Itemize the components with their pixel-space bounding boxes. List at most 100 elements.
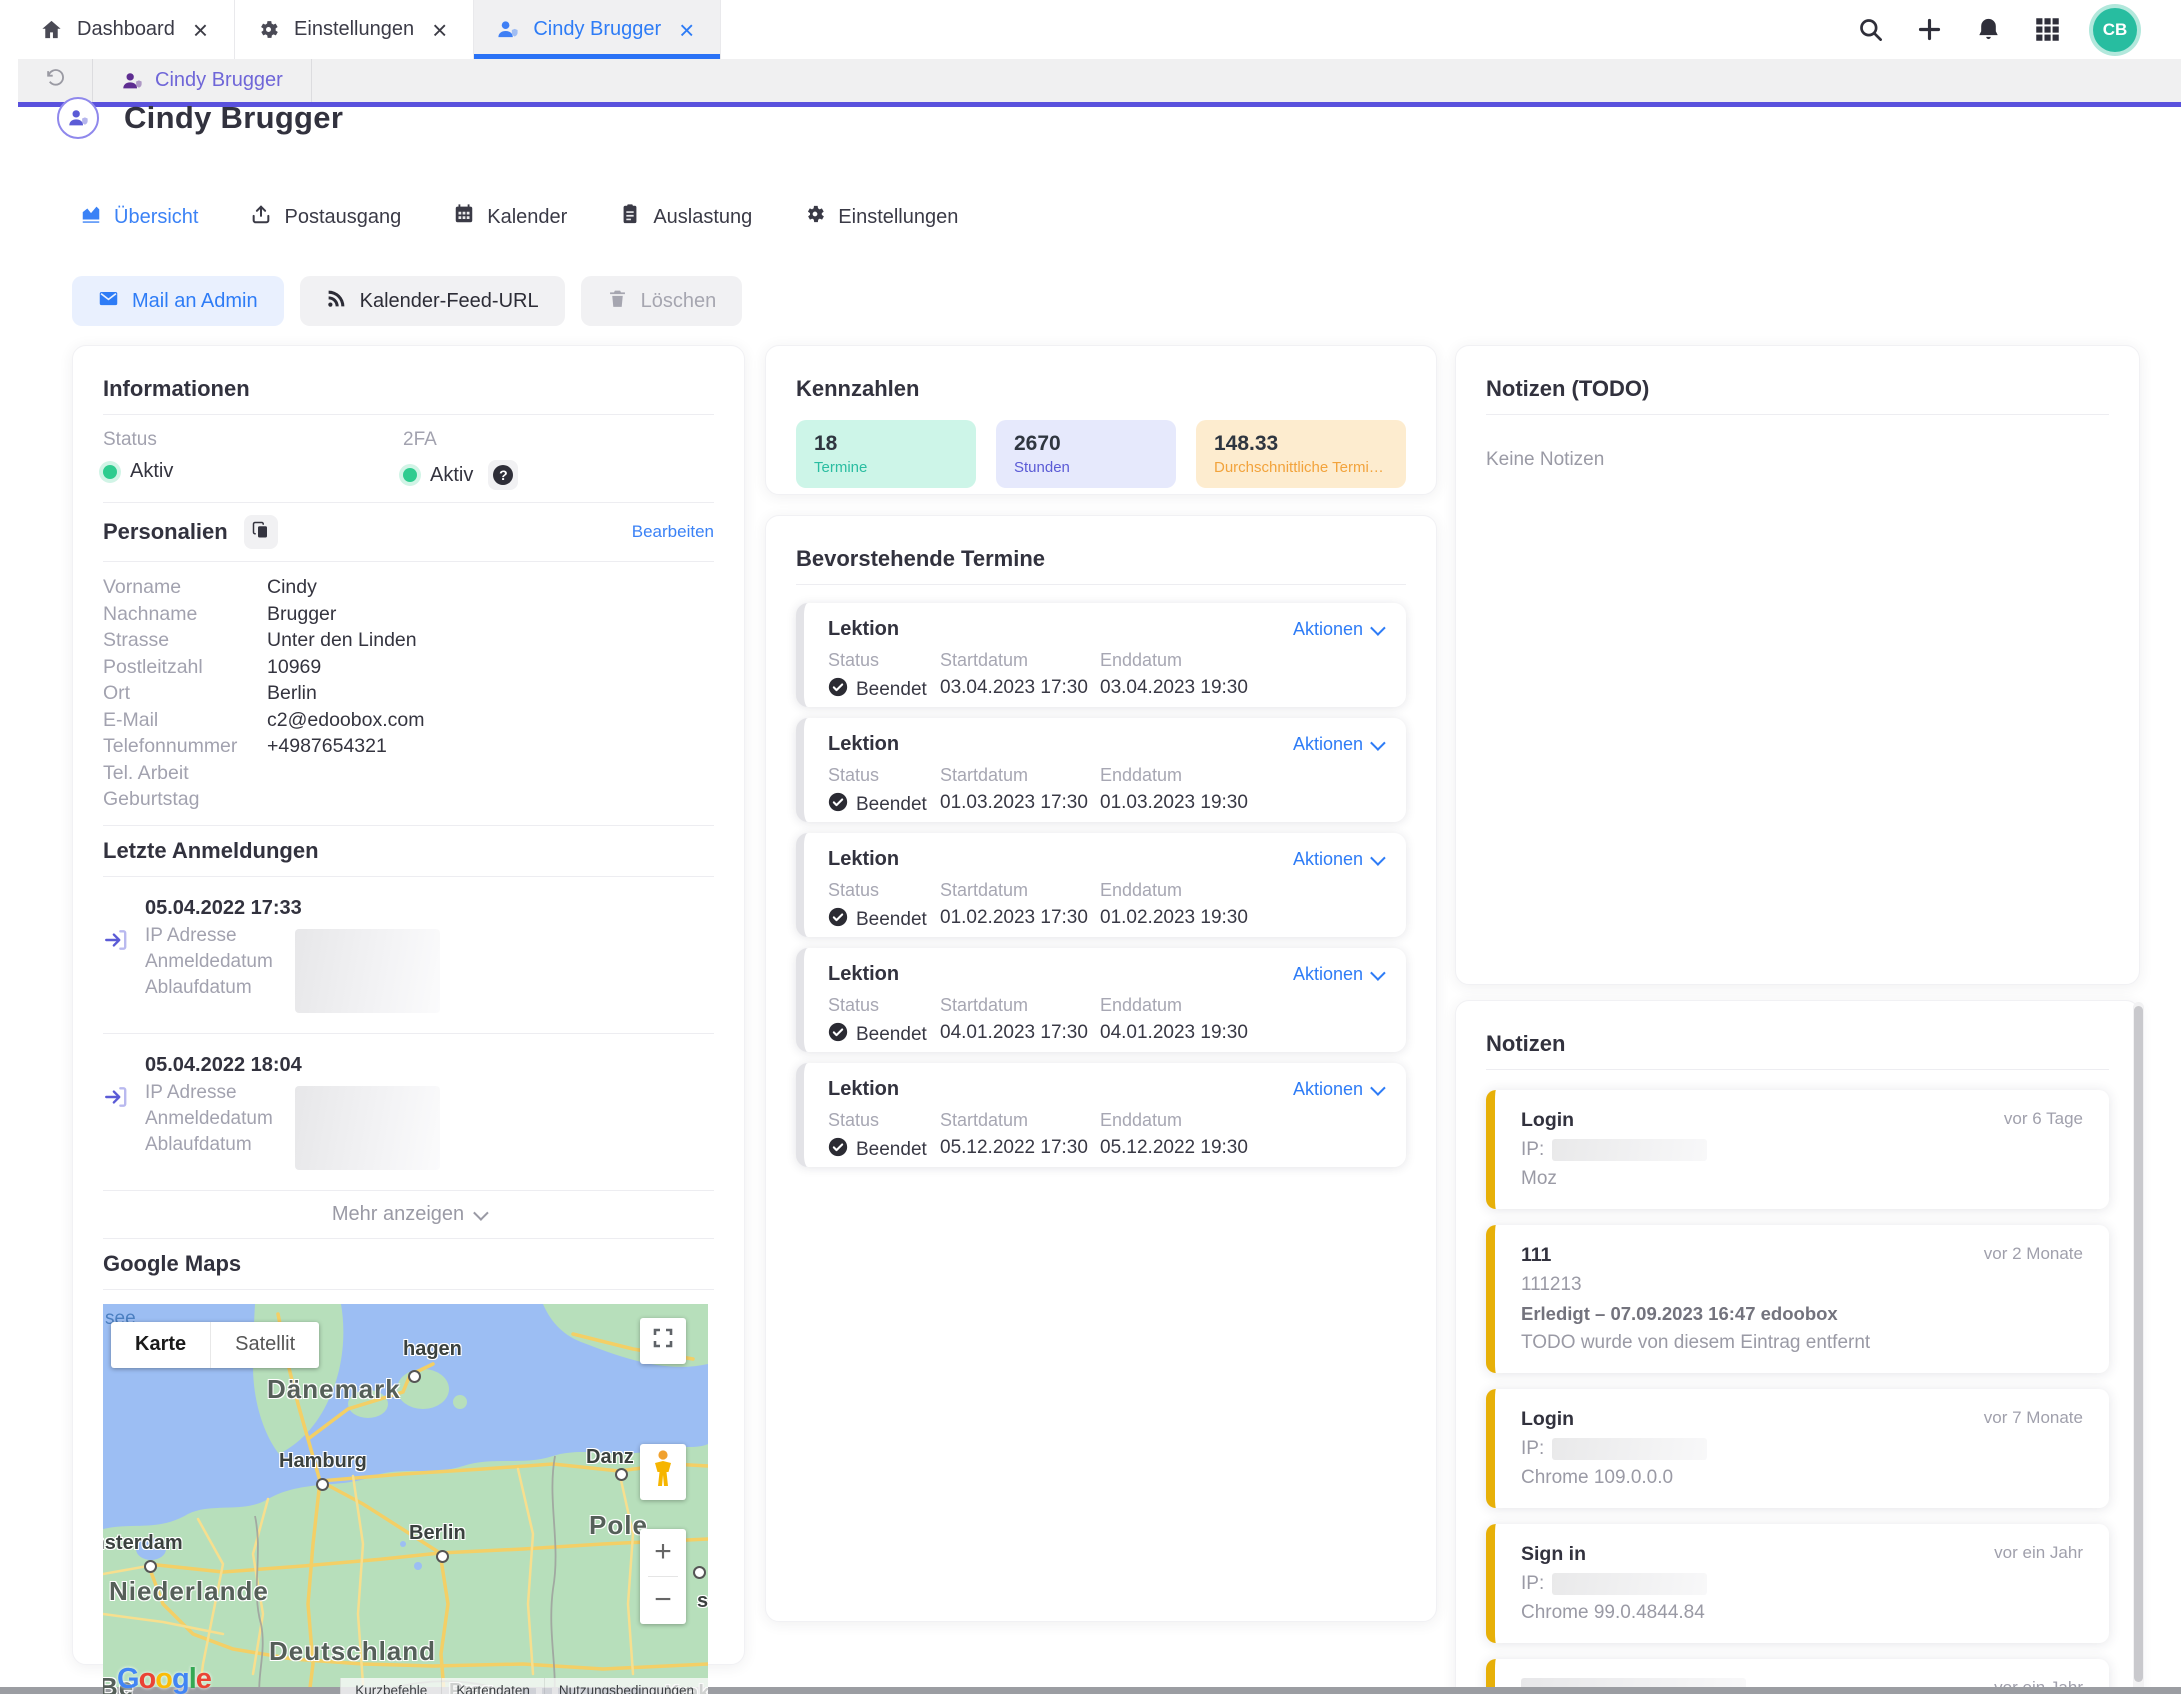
twofa-help-button[interactable]: ? — [488, 460, 518, 490]
tab-postausgang[interactable]: Postausgang — [250, 203, 401, 231]
history-button[interactable] — [18, 59, 93, 102]
nutzungsbedingungen-link[interactable]: Nutzungsbedingungen — [544, 1678, 708, 1694]
map-label-berlin: Berlin — [409, 1522, 466, 1545]
search-icon[interactable] — [1857, 16, 1884, 43]
secondary-bar: Cindy Brugger — [18, 59, 2181, 102]
subtab-cindy-brugger[interactable]: Cindy Brugger — [93, 59, 312, 102]
panel-title: Kennzahlen — [796, 376, 1406, 402]
divider — [103, 876, 714, 877]
city-marker — [316, 1478, 329, 1491]
login-arrow-icon — [103, 927, 129, 1013]
tab-cindy-brugger[interactable]: Cindy Brugger × — [474, 0, 721, 59]
note-line: Chrome 99.0.4844.84 — [1521, 1602, 2083, 1624]
termin-card: Lektion Aktionen Status Beendet Startdat… — [796, 833, 1406, 937]
apps-grid-icon[interactable] — [2034, 16, 2061, 43]
stat-stunden: 2670 Stunden — [996, 420, 1176, 488]
termin-card: Lektion Aktionen Status Beendet Startdat… — [796, 948, 1406, 1052]
aktionen-dropdown[interactable]: Aktionen — [1293, 1079, 1382, 1100]
loeschen-button[interactable]: Löschen — [581, 276, 743, 326]
aktionen-dropdown[interactable]: Aktionen — [1293, 734, 1382, 755]
profile-actions: Mail an Admin Kalender-Feed-URL Löschen — [72, 276, 742, 326]
personalien-fields: VornameCindy NachnameBrugger StrasseUnte… — [103, 574, 714, 813]
clipboard-icon — [619, 203, 641, 231]
close-icon[interactable]: × — [189, 17, 212, 43]
city-marker — [408, 1370, 421, 1383]
mail-an-admin-button[interactable]: Mail an Admin — [72, 276, 284, 326]
tab-einstellungen[interactable]: Einstellungen × — [235, 0, 474, 59]
chevron-down-icon — [1370, 850, 1386, 866]
aktionen-dropdown[interactable]: Aktionen — [1293, 849, 1382, 870]
close-icon[interactable]: × — [428, 17, 451, 43]
button-label: Kalender-Feed-URL — [360, 290, 539, 313]
check-circle-icon — [828, 677, 848, 703]
note-line: Chrome 109.0.0.0 — [1521, 1467, 2083, 1489]
kalender-feed-url-button[interactable]: Kalender-Feed-URL — [300, 276, 565, 326]
tab-dashboard[interactable]: Dashboard × — [18, 0, 235, 59]
note-title: Login — [1521, 1109, 1574, 1132]
kartendaten-link[interactable]: Kartendaten — [441, 1678, 544, 1694]
termin-title: Lektion — [828, 1078, 899, 1101]
copy-icon — [252, 521, 270, 544]
user-avatar[interactable]: CB — [2093, 8, 2137, 52]
calendar-icon — [453, 203, 475, 231]
map-fullscreen-button[interactable] — [640, 1318, 686, 1364]
map-label-deutschland: Deutschland — [269, 1636, 436, 1667]
tab-kalender[interactable]: Kalender — [453, 203, 567, 231]
add-icon[interactable] — [1916, 16, 1943, 43]
nav-tab-label: Übersicht — [114, 206, 198, 229]
note-title: Login — [1521, 1408, 1574, 1431]
tab-auslastung[interactable]: Auslastung — [619, 203, 752, 231]
profile-nav-tabs: Übersicht Postausgang Kalender Auslastun… — [80, 203, 958, 231]
note-card: Sign in vor ein Jahr IP: Chrome 99.0.484… — [1486, 1524, 2109, 1643]
zoom-out-button[interactable]: − — [640, 1577, 686, 1624]
close-icon[interactable]: × — [675, 17, 698, 43]
letzte-anmeldungen-title: Letzte Anmeldungen — [103, 838, 714, 864]
note-title: 111 — [1521, 1244, 1551, 1267]
home-icon — [40, 18, 63, 41]
chevron-down-icon — [1370, 1080, 1386, 1096]
nav-tab-label: Kalender — [487, 206, 567, 229]
aktionen-dropdown[interactable]: Aktionen — [1293, 619, 1382, 640]
map-karte-button[interactable]: Karte — [111, 1322, 210, 1368]
kurzbefehle-link[interactable]: Kurzbefehle — [340, 1678, 441, 1694]
field-row: E-Mailc2@edoobox.com — [103, 707, 714, 734]
mehr-anzeigen-button[interactable]: Mehr anzeigen — [103, 1203, 714, 1226]
notifications-bell-icon[interactable] — [1975, 16, 2002, 43]
copy-button[interactable] — [244, 515, 278, 549]
envelope-icon — [98, 288, 119, 315]
button-label: Löschen — [641, 290, 717, 313]
nav-tab-label: Auslastung — [653, 206, 752, 229]
status-value: Aktiv — [130, 460, 173, 483]
stat-label: Termine — [814, 459, 958, 476]
map-pegman-button[interactable] — [640, 1444, 686, 1500]
notes-scrollbar-thumb[interactable] — [2134, 1006, 2143, 1682]
map-label-fragment: sc — [697, 1590, 708, 1613]
divider — [103, 825, 714, 826]
show-more-label: Mehr anzeigen — [332, 1203, 464, 1226]
field-row: Geburtstag — [103, 786, 714, 813]
divider — [103, 1238, 714, 1239]
map-zoom-control: + − — [640, 1529, 686, 1624]
field-row: Postleitzahl10969 — [103, 654, 714, 681]
login-datetime: 05.04.2022 17:33 — [145, 897, 440, 920]
chart-icon — [80, 203, 102, 231]
map-footer: Kurzbefehle Kartendaten Nutzungsbedingun… — [340, 1678, 708, 1694]
login-labels: IP Adresse Anmeldedatum Ablaufdatum — [145, 923, 295, 1013]
note-line: TODO wurde von diesem Eintrag entfernt — [1521, 1332, 2083, 1354]
gear-icon — [257, 18, 280, 41]
divider — [103, 1289, 714, 1290]
map-satellit-button[interactable]: Satellit — [210, 1322, 319, 1368]
google-map[interactable]: see hagen Dänemark Danz Hamburg Berlin m… — [103, 1304, 708, 1694]
chevron-down-icon — [473, 1205, 489, 1221]
tab-einstellungen-profile[interactable]: Einstellungen — [804, 203, 958, 231]
tab-uebersicht[interactable]: Übersicht — [80, 203, 198, 231]
zoom-in-button[interactable]: + — [640, 1529, 686, 1576]
note-time: vor 6 Tage — [2004, 1109, 2083, 1129]
aktionen-dropdown[interactable]: Aktionen — [1293, 964, 1382, 985]
termin-card: Lektion Aktionen Status Beendet Startdat… — [796, 718, 1406, 822]
gears-icon — [804, 203, 826, 231]
bearbeiten-link[interactable]: Bearbeiten — [632, 522, 714, 542]
twofa-label: 2FA — [403, 429, 703, 451]
kennzahlen-panel: Kennzahlen 18 Termine 2670 Stunden 148.3… — [765, 345, 1437, 495]
city-marker — [144, 1560, 157, 1573]
